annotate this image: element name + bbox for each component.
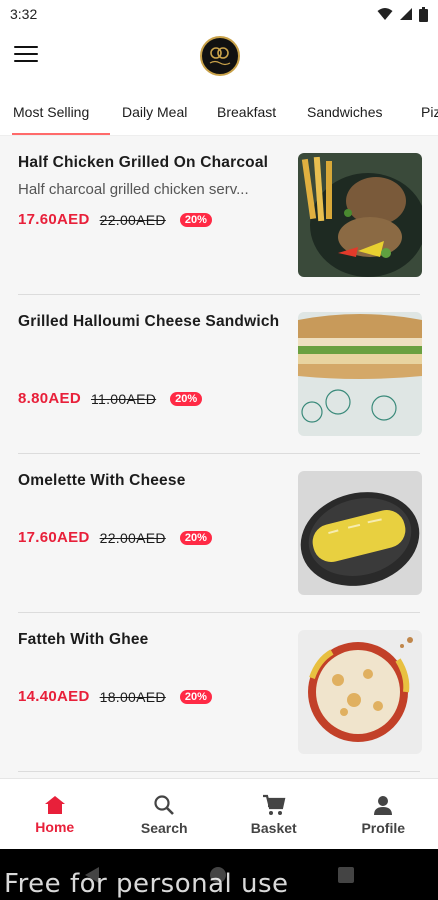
product-list[interactable]: Half Chicken Grilled On Charcoal Half ch… [0,136,438,778]
item-price: 17.60AED [18,211,90,228]
tab-breakfast[interactable]: Breakfast [217,92,276,136]
item-image [298,153,422,277]
discount-badge: 20% [170,391,203,406]
item-description: Half charcoal grilled chicken serv... [18,181,249,198]
discount-badge: 20% [179,212,212,227]
grilled-chicken-image [298,153,422,277]
nav-basket-label: Basket [250,819,297,836]
tab-sandwiches[interactable]: Sandwiches [307,92,383,136]
wifi-icon [377,8,393,20]
price-row: 14.40AED 18.00AED 20% [18,688,212,705]
halloumi-sandwich-image [298,312,422,436]
nav-search[interactable]: Search [110,779,220,850]
cart-icon [262,794,286,815]
status-bar: 3:32 [0,0,438,28]
brand-logo [200,36,240,76]
item-price: 14.40AED [18,688,90,705]
item-title: Half Chicken Grilled On Charcoal [18,154,269,171]
battery-icon [419,6,428,22]
bottom-navigation: Home Search Basket Profile [0,778,438,849]
watermark-text: Free for personal use [4,869,289,899]
item-divider [18,453,420,454]
item-image [298,630,422,754]
recents-icon[interactable] [338,867,354,883]
menu-button[interactable] [14,46,38,66]
nav-basket[interactable]: Basket [219,779,329,850]
item-image [298,312,422,436]
signal-icon [400,8,412,20]
category-tabs: Most Selling Daily Meal Breakfast Sandwi… [0,92,438,136]
item-divider [18,612,420,613]
menu-icon [14,46,38,48]
nav-search-label: Search [140,819,188,836]
status-time: 3:32 [10,6,38,22]
item-price: 8.80AED [18,390,81,407]
item-divider [18,294,420,295]
tab-most-selling[interactable]: Most Selling [12,92,110,136]
item-image [298,471,422,595]
logo-icon [209,47,231,66]
search-icon [154,794,175,815]
omelette-image [298,471,422,595]
list-item[interactable]: Grilled Halloumi Cheese Sandwich 8.80AED… [18,312,422,438]
price-row: 8.80AED 11.00AED 20% [18,390,203,407]
app-bar [0,28,438,86]
list-item[interactable]: Half Chicken Grilled On Charcoal Half ch… [18,153,422,279]
discount-badge: 20% [179,689,212,704]
item-divider [18,771,420,772]
tab-daily-meal[interactable]: Daily Meal [122,92,187,136]
item-old-price: 22.00AED [99,529,166,546]
item-title: Grilled Halloumi Cheese Sandwich [18,313,280,330]
price-row: 17.60AED 22.00AED 20% [18,211,212,228]
fatteh-image [298,630,422,754]
item-old-price: 11.00AED [90,390,157,407]
nav-profile[interactable]: Profile [329,779,438,850]
nav-home-label: Home [35,818,75,835]
list-item[interactable]: Omelette With Cheese 17.60AED 22.00AED 2… [18,471,422,597]
home-icon [44,795,65,814]
item-price: 17.60AED [18,529,90,546]
item-old-price: 22.00AED [99,211,166,228]
profile-icon [374,795,393,815]
tab-pizza[interactable]: Piz [421,92,438,136]
item-title: Omelette With Cheese [18,472,186,489]
nav-profile-label: Profile [361,819,406,836]
system-nav-bar: Free for personal use [0,849,438,900]
item-title: Fatteh With Ghee [18,631,149,648]
nav-home[interactable]: Home [0,779,110,850]
item-old-price: 18.00AED [99,688,166,705]
price-row: 17.60AED 22.00AED 20% [18,529,212,546]
discount-badge: 20% [179,530,212,545]
list-item[interactable]: Fatteh With Ghee 14.40AED 18.00AED 20% [18,630,422,756]
status-icons [377,6,428,22]
